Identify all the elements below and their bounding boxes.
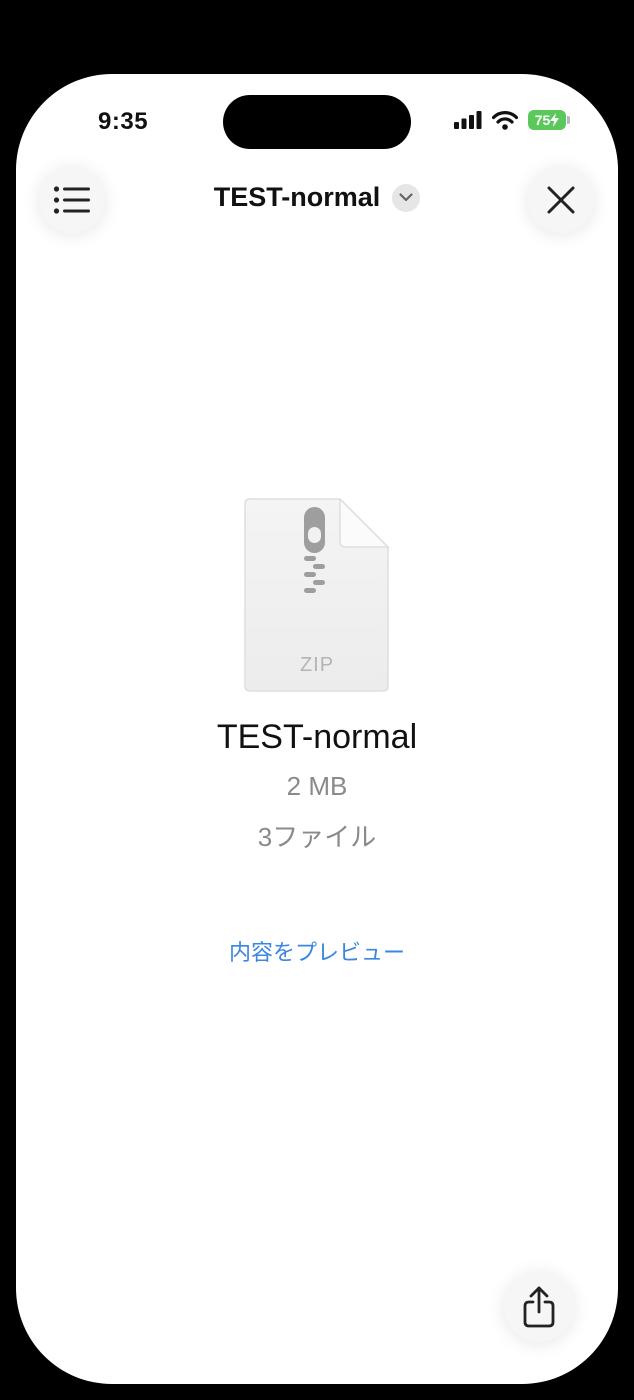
- file-name: TEST-normal: [216, 718, 418, 756]
- battery-indicator: 75: [528, 110, 570, 130]
- status-time: 9:35: [98, 108, 149, 135]
- preview-contents-link[interactable]: 内容をプレビュー: [16, 935, 618, 967]
- close-button[interactable]: [528, 167, 594, 233]
- close-icon: [547, 186, 575, 214]
- share-icon: [523, 1286, 555, 1328]
- chevron-down-icon: [399, 193, 413, 202]
- wifi-icon: [492, 110, 518, 130]
- dynamic-island: [223, 95, 411, 149]
- phone-screen: 9:35 75 TEST-normal ZIP TEST-normal 2 MB…: [16, 74, 618, 1384]
- cellular-signal-icon: [454, 111, 482, 129]
- title-chevron: [392, 183, 421, 212]
- file-type-label: ZIP: [299, 654, 335, 676]
- file-size: 2 MB: [286, 771, 348, 801]
- file-count: 3ファイル: [257, 822, 377, 852]
- charging-bolt-icon: [550, 113, 560, 127]
- battery-level: 75: [534, 112, 551, 128]
- page-title: TEST-normal: [213, 182, 381, 212]
- share-button[interactable]: [504, 1272, 574, 1342]
- status-icons: 75: [454, 110, 570, 130]
